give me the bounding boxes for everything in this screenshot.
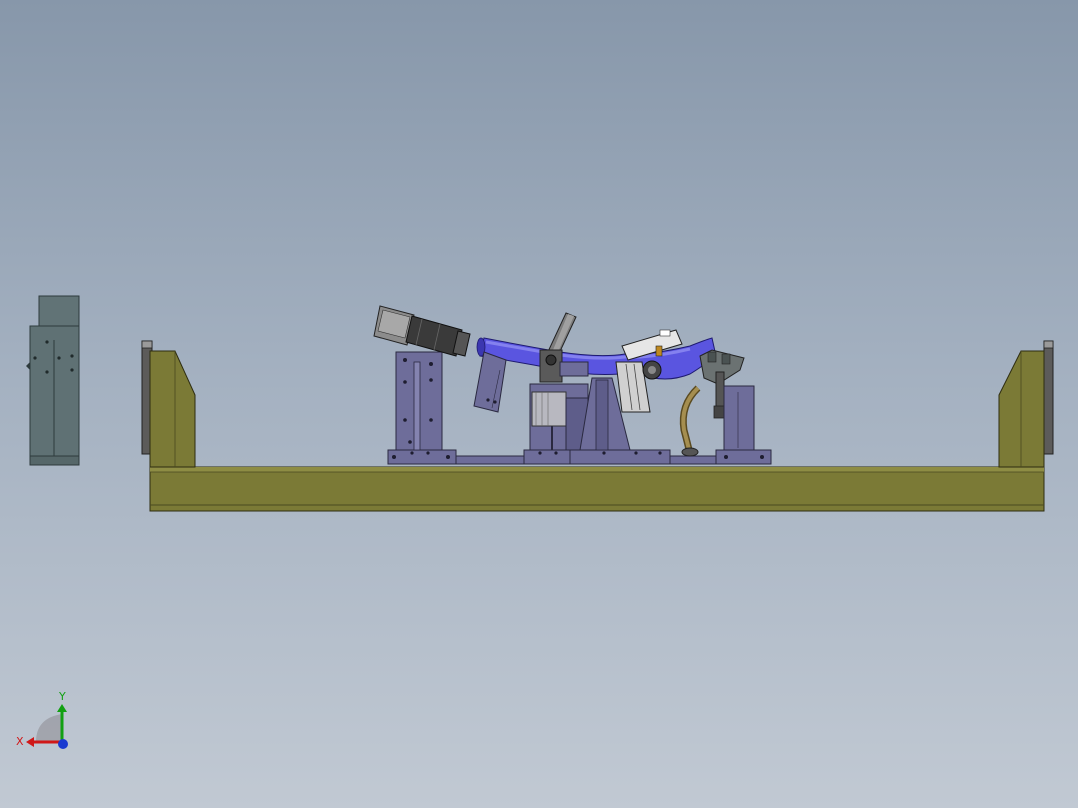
tube-support-arm[interactable]: [473, 351, 507, 413]
base-frame[interactable]: [149, 466, 1045, 512]
left-support-block[interactable]: [395, 351, 443, 451]
y-axis-label: Y: [58, 690, 66, 703]
center-support-block[interactable]: [529, 383, 589, 451]
side-block-part[interactable]: [26, 295, 80, 466]
x-axis-label: X: [16, 735, 24, 748]
fixture-baseplate[interactable]: [387, 449, 772, 465]
pneumatic-cylinder-left[interactable]: [373, 305, 471, 357]
cad-graphics-viewport[interactable]: Y X: [0, 0, 1078, 808]
x-axis-arrowhead: [26, 737, 34, 747]
right-support-block[interactable]: [723, 385, 755, 451]
center-toggle-clamp[interactable]: [539, 312, 589, 383]
z-axis-dot: [58, 739, 68, 749]
y-axis-arrowhead: [57, 704, 67, 712]
model-view-canvas[interactable]: Y X: [0, 0, 1078, 808]
pneumatic-hose[interactable]: [679, 385, 701, 457]
left-end-stop[interactable]: [141, 340, 196, 468]
coordinate-triad: Y X: [16, 690, 68, 749]
right-end-stop[interactable]: [998, 340, 1054, 468]
